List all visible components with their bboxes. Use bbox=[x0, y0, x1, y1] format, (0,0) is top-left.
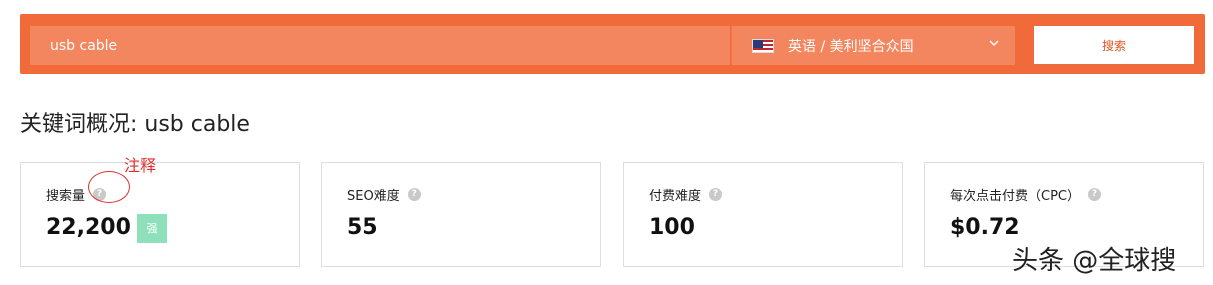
metric-label: 每次点击付费（CPC） bbox=[950, 189, 1080, 204]
page-title: 关键词概况: usb cable bbox=[20, 112, 250, 137]
search-bar: 英语 / 美利坚合众国 搜索 bbox=[20, 14, 1205, 74]
metric-value: $0.72 bbox=[950, 215, 1020, 240]
help-icon[interactable]: ? bbox=[1088, 188, 1101, 201]
metric-label: 付费难度 bbox=[649, 189, 702, 204]
metric-card-seo-difficulty: SEO难度 ? 55 bbox=[321, 162, 601, 267]
us-flag-icon bbox=[752, 38, 774, 53]
metric-value: 55 bbox=[347, 215, 378, 240]
metric-label: SEO难度 bbox=[347, 189, 400, 204]
help-icon[interactable]: ? bbox=[709, 188, 723, 201]
annotation-label: 注释 bbox=[124, 156, 157, 175]
search-button[interactable]: 搜索 bbox=[1034, 26, 1194, 64]
language-region-select[interactable]: 英语 / 美利坚合众国 bbox=[731, 26, 1015, 65]
metric-label: 搜索量 bbox=[46, 189, 86, 204]
metric-value: 100 bbox=[649, 215, 695, 240]
strength-badge: 强 bbox=[137, 214, 167, 243]
annotation-circle bbox=[88, 171, 130, 203]
metric-card-search-volume: 搜索量 ? 22,200 强 bbox=[20, 162, 300, 267]
chevron-down-icon bbox=[989, 40, 999, 47]
watermark: 头条 @全球搜 bbox=[1012, 246, 1177, 276]
language-region-label: 英语 / 美利坚合众国 bbox=[788, 38, 914, 55]
metric-value: 22,200 bbox=[46, 215, 131, 240]
help-icon[interactable]: ? bbox=[407, 188, 421, 201]
search-input[interactable] bbox=[30, 26, 730, 65]
metric-card-paid-difficulty: 付费难度 ? 100 bbox=[623, 162, 903, 267]
